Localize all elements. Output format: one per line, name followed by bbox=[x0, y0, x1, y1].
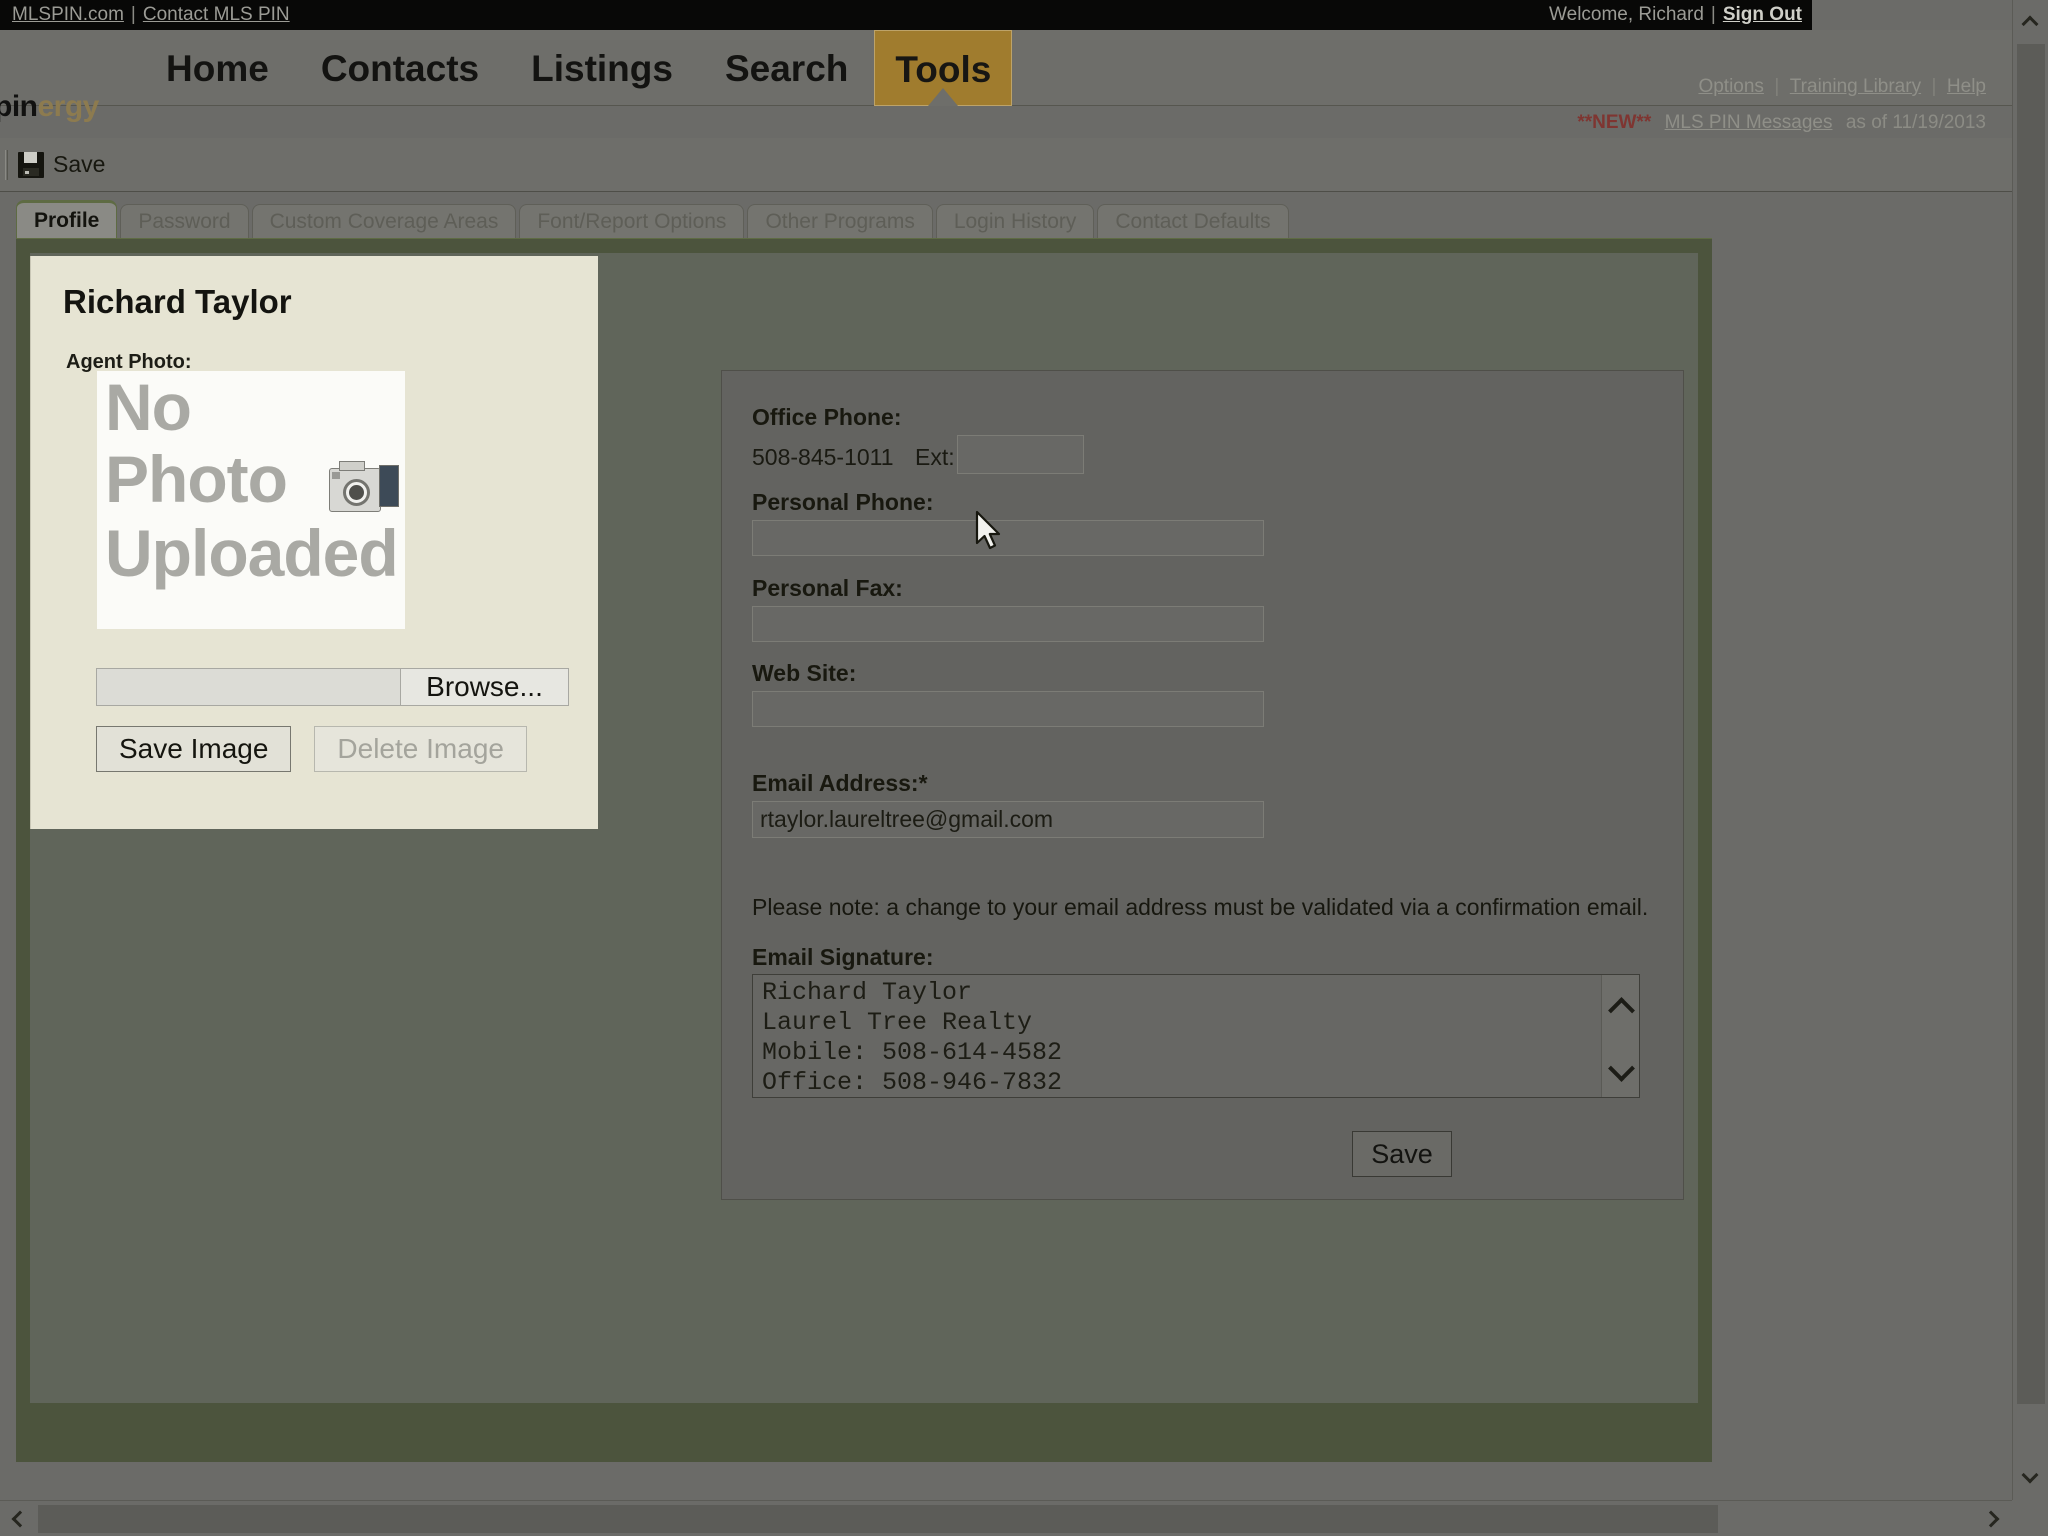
mlspin-site-link[interactable]: MLSPIN.com bbox=[12, 4, 124, 26]
tab-other-programs[interactable]: Other Programs bbox=[747, 204, 933, 238]
placeholder-line-3: Uploaded bbox=[105, 516, 399, 590]
tab-contact-defaults[interactable]: Contact Defaults bbox=[1097, 204, 1289, 238]
personal-phone-input[interactable] bbox=[752, 520, 1264, 556]
tab-font-report-options[interactable]: Font/Report Options bbox=[519, 204, 745, 238]
horizontal-scroll-thumb[interactable] bbox=[38, 1505, 1718, 1533]
contact-details-panel: Office Phone: 508-845-1011 Ext: Personal… bbox=[721, 370, 1684, 1200]
tab-custom-coverage-areas[interactable]: Custom Coverage Areas bbox=[251, 204, 517, 238]
nav-item-home[interactable]: Home bbox=[140, 30, 295, 87]
website-label: Web Site: bbox=[752, 660, 857, 686]
personal-fax-label: Personal Fax: bbox=[752, 575, 903, 601]
top-utility-bar: MLSPIN.com | Contact MLS PIN Welcome, Ri… bbox=[0, 0, 1812, 30]
agent-name: Richard Taylor bbox=[63, 283, 292, 320]
email-signature-text: Richard Taylor Laurel Tree Realty Mobile… bbox=[762, 978, 1063, 1097]
office-phone-value: 508-845-1011 bbox=[752, 444, 894, 470]
nav-sep-2: | bbox=[1931, 76, 1937, 97]
top-bar-separator: | bbox=[130, 4, 136, 25]
tab-login-history[interactable]: Login History bbox=[935, 204, 1095, 238]
page-toolbar: Save bbox=[0, 138, 2012, 192]
signature-scrollbar[interactable] bbox=[1601, 975, 1639, 1097]
nav-item-contacts[interactable]: Contacts bbox=[295, 30, 505, 87]
email-signature-textarea[interactable]: Richard Taylor Laurel Tree Realty Mobile… bbox=[752, 974, 1640, 1098]
chevron-up-icon[interactable] bbox=[1609, 999, 1633, 1013]
mls-pin-messages-link[interactable]: MLS PIN Messages bbox=[1665, 112, 1833, 133]
chevron-down-icon bbox=[2020, 1466, 2042, 1489]
browse-button[interactable]: Browse... bbox=[401, 668, 569, 706]
application-window: MLSPIN.com | Contact MLS PIN Welcome, Ri… bbox=[0, 0, 2048, 1536]
nav-sep-1: | bbox=[1774, 76, 1780, 97]
chevron-right-icon bbox=[1982, 1508, 2005, 1530]
photo-file-input[interactable] bbox=[96, 668, 401, 706]
tab-profile[interactable]: Profile bbox=[16, 200, 118, 238]
chevron-up-icon bbox=[2020, 13, 2042, 35]
toolbar-grip[interactable] bbox=[5, 149, 8, 180]
profile-tab-strip: Profile Password Custom Coverage Areas F… bbox=[0, 200, 2012, 238]
email-address-input[interactable]: rtaylor.laureltree@gmail.com bbox=[752, 801, 1264, 838]
placeholder-line-2: Photo bbox=[105, 442, 288, 516]
personal-phone-label: Personal Phone: bbox=[752, 489, 934, 515]
welcome-separator: | bbox=[1710, 4, 1716, 25]
email-validation-note: Please note: a change to your email addr… bbox=[752, 894, 1649, 920]
welcome-text: Welcome, Richard bbox=[1549, 4, 1704, 25]
contact-mls-pin-link[interactable]: Contact MLS PIN bbox=[143, 4, 290, 26]
photo-upload-row: Browse... bbox=[96, 668, 569, 706]
main-navigation-bar: pinergy Home Contacts Listings Search To… bbox=[0, 30, 2012, 133]
new-badge: **NEW** bbox=[1577, 112, 1652, 133]
pinergy-logo: pinergy bbox=[0, 90, 99, 124]
placeholder-line-1: No bbox=[105, 371, 192, 444]
scroll-down-button[interactable] bbox=[2013, 1460, 2048, 1496]
nav-messages-row: **NEW** MLS PIN Messages as of 11/19/201… bbox=[1577, 112, 1986, 134]
ext-label: Ext: bbox=[915, 444, 955, 470]
nav-links-row: Options | Training Library | Help bbox=[1577, 76, 1986, 98]
agent-photo-placeholder: No Photo Uploaded bbox=[97, 371, 405, 629]
tab-password[interactable]: Password bbox=[120, 204, 249, 238]
logo-part-ergy: ergy bbox=[37, 90, 100, 123]
messages-date-suffix: as of 11/19/2013 bbox=[1845, 112, 1986, 133]
delete-image-button: Delete Image bbox=[314, 726, 527, 772]
options-link[interactable]: Options bbox=[1698, 76, 1763, 97]
scroll-right-button[interactable] bbox=[1976, 1501, 2012, 1536]
top-bar-left-links: MLSPIN.com | Contact MLS PIN bbox=[12, 4, 290, 26]
floppy-disk-icon bbox=[18, 151, 44, 178]
training-library-link[interactable]: Training Library bbox=[1790, 76, 1921, 97]
chevron-down-icon[interactable] bbox=[1609, 1060, 1633, 1074]
nav-item-search[interactable]: Search bbox=[699, 30, 874, 87]
camera-icon bbox=[329, 459, 401, 515]
toolbar-save-label: Save bbox=[53, 151, 106, 177]
email-signature-label: Email Signature: bbox=[752, 944, 934, 970]
scroll-left-button[interactable] bbox=[0, 1501, 36, 1536]
chevron-left-icon bbox=[7, 1508, 29, 1530]
scroll-up-button[interactable] bbox=[2013, 6, 2048, 42]
personal-fax-input[interactable] bbox=[752, 606, 1264, 642]
logo-part-pin: pin bbox=[0, 90, 38, 123]
save-image-button[interactable]: Save Image bbox=[96, 726, 292, 772]
nav-item-listings[interactable]: Listings bbox=[505, 30, 699, 87]
vertical-scroll-thumb[interactable] bbox=[2017, 44, 2045, 1404]
sign-out-link[interactable]: Sign Out bbox=[1723, 4, 1802, 26]
nav-items: Home Contacts Listings Search Tools bbox=[140, 30, 1013, 106]
website-input[interactable] bbox=[752, 691, 1264, 727]
nav-item-tools[interactable]: Tools bbox=[874, 30, 1013, 106]
toolbar-save-button[interactable]: Save bbox=[18, 151, 105, 178]
horizontal-scrollbar[interactable] bbox=[0, 1500, 2012, 1536]
top-bar-right-links: Welcome, Richard | Sign Out bbox=[1549, 4, 1802, 26]
help-link[interactable]: Help bbox=[1947, 76, 1986, 97]
vertical-scrollbar[interactable] bbox=[2012, 0, 2048, 1500]
photo-action-buttons: Save Image Delete Image bbox=[96, 726, 527, 772]
ext-input[interactable] bbox=[957, 435, 1084, 474]
agent-photo-card: Richard Taylor Agent Photo: No Photo Upl… bbox=[30, 256, 598, 829]
email-address-label: Email Address:* bbox=[752, 770, 928, 796]
nav-secondary-links: Options | Training Library | Help **NEW*… bbox=[1577, 76, 1986, 134]
form-save-button[interactable]: Save bbox=[1352, 1131, 1452, 1177]
office-phone-label: Office Phone: bbox=[752, 404, 902, 430]
